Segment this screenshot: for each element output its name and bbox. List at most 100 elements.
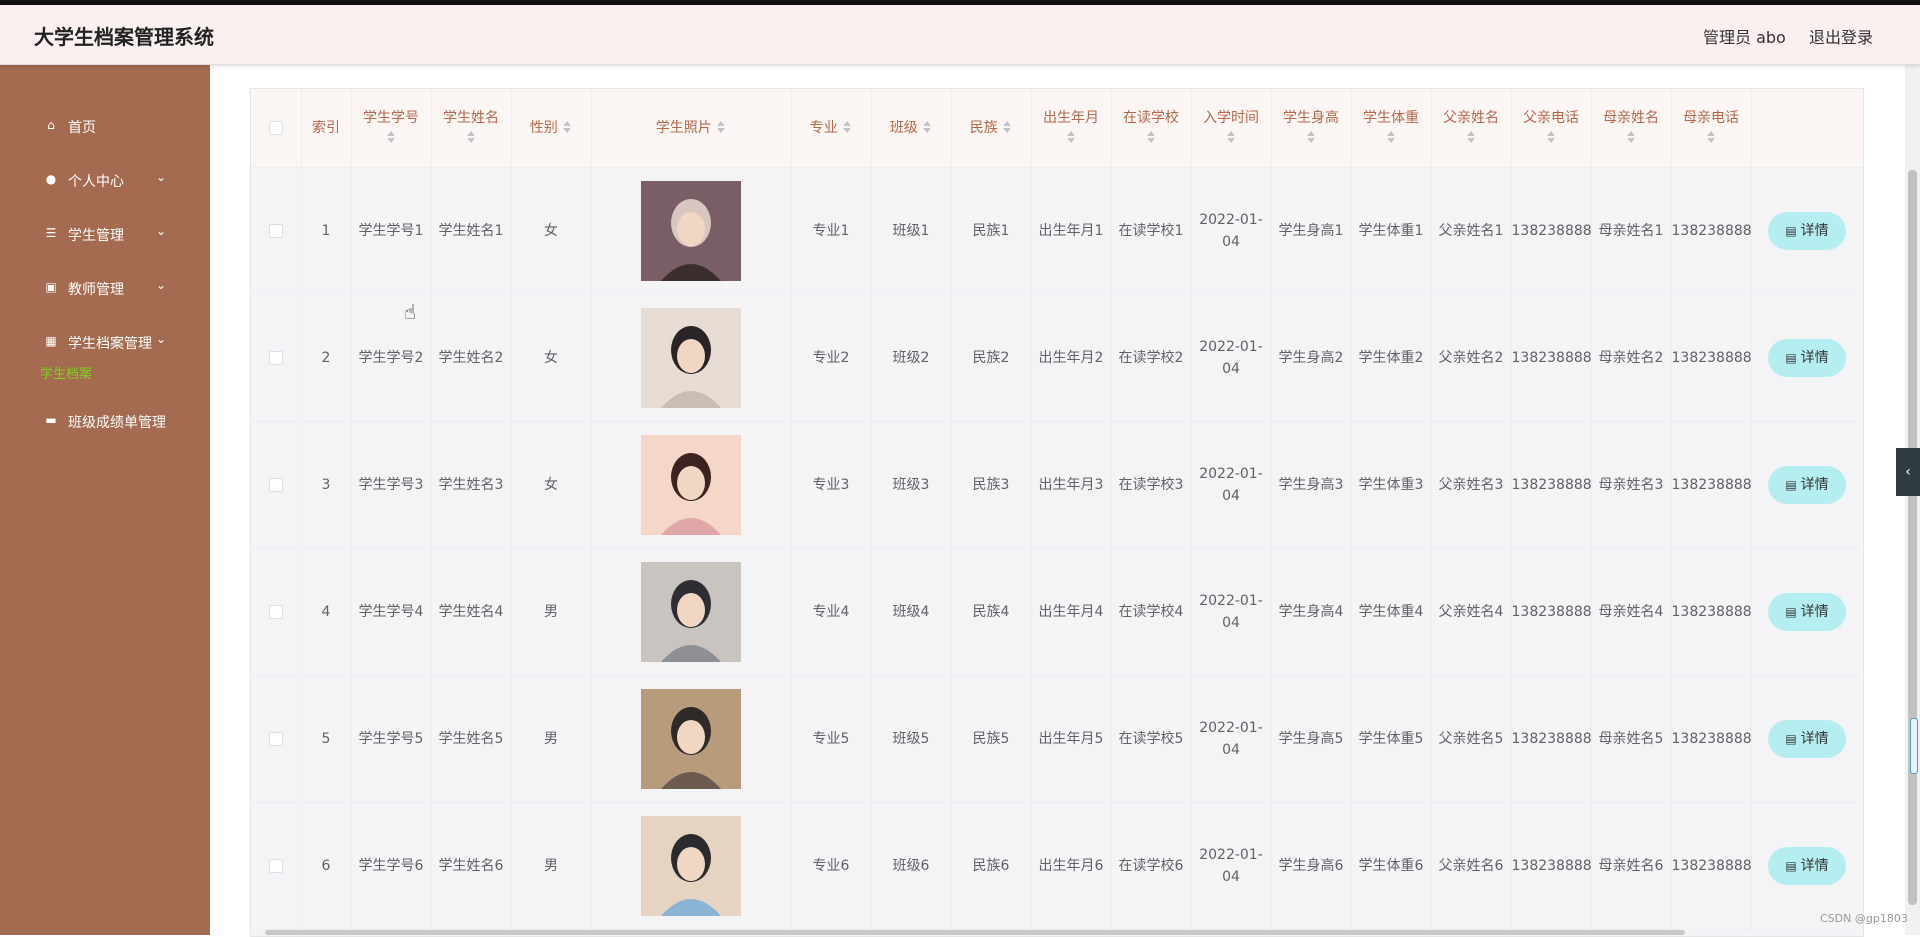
- chevron-down-icon: ⌄: [156, 224, 167, 238]
- cell-mother: 母亲姓名5: [1591, 675, 1672, 803]
- document-icon: ▤: [1785, 350, 1797, 365]
- row-checkbox[interactable]: [268, 604, 283, 619]
- row-select-cell[interactable]: [251, 548, 302, 676]
- row-select-cell[interactable]: [251, 294, 302, 422]
- column-header-class[interactable]: 班级: [871, 89, 952, 168]
- select-all-cell[interactable]: [251, 89, 302, 168]
- sort-icon[interactable]: [1626, 130, 1636, 145]
- table-row[interactable]: 6 学生学号6 学生姓名6 男 专业6 班级6 民族6 出生年月6 在读学校6 2022-01-0…: [251, 802, 1863, 930]
- detail-button[interactable]: ▤ 详情: [1768, 465, 1846, 504]
- row-index: 2: [301, 294, 352, 422]
- column-header-birth[interactable]: 出生年月: [1031, 89, 1112, 168]
- table-row[interactable]: 3 学生学号3 学生姓名3 女 专业3 班级3 民族3 出生年月3 在读学校3 2022-01-0…: [251, 421, 1863, 549]
- row-checkbox[interactable]: [268, 731, 283, 746]
- sort-icon[interactable]: [562, 120, 572, 135]
- sort-icon[interactable]: [716, 120, 726, 135]
- sort-icon[interactable]: [1466, 130, 1476, 145]
- column-header-enroll-date[interactable]: 入学时间: [1191, 89, 1272, 168]
- sort-icon[interactable]: [1146, 130, 1156, 145]
- cell-nation: 民族5: [951, 675, 1032, 803]
- select-all-checkbox[interactable]: [268, 120, 283, 135]
- cell-name: 学生姓名2: [431, 294, 512, 422]
- table-row[interactable]: 4 学生学号4 学生姓名4 男 专业4 班级4 民族4 出生年月4 在读学校4 2022-01-0…: [251, 548, 1863, 676]
- sidebar-item-home[interactable]: ⌂ 首页: [0, 106, 210, 146]
- row-select-cell[interactable]: [251, 802, 302, 930]
- cell-fphone: 13823888885: [1511, 675, 1592, 803]
- column-header-mother-phone[interactable]: 母亲电话: [1671, 89, 1752, 168]
- sidebar-item-transcript-management[interactable]: ▬ 班级成绩单管理: [0, 401, 210, 441]
- cell-height: 学生身高3: [1271, 421, 1352, 549]
- column-header-ethnicity[interactable]: 民族: [951, 89, 1032, 168]
- sort-icon[interactable]: [1066, 130, 1076, 145]
- photo-cell: [591, 421, 792, 549]
- sort-icon[interactable]: [1002, 120, 1012, 135]
- cell-name: 学生姓名6: [431, 802, 512, 930]
- sort-icon[interactable]: [1546, 130, 1556, 145]
- column-header-major[interactable]: 专业: [791, 89, 872, 168]
- sort-icon[interactable]: [1706, 130, 1716, 145]
- detail-button[interactable]: ▤ 详情: [1768, 846, 1846, 885]
- cell-father: 父亲姓名3: [1431, 421, 1512, 549]
- table-row[interactable]: 1 学生学号1 学生姓名1 女 专业1 班级1 民族1 出生年月1 在读学校1 2022-01-0…: [251, 167, 1863, 295]
- cell-nation: 民族2: [951, 294, 1032, 422]
- sort-icon[interactable]: [386, 130, 396, 145]
- detail-button[interactable]: ▤ 详情: [1768, 211, 1846, 250]
- sidebar-item-personal-center[interactable]: ● 个人中心 ⌄: [0, 160, 210, 200]
- cell-xuehao: 学生学号6: [351, 802, 432, 930]
- cell-height: 学生身高4: [1271, 548, 1352, 676]
- cell-school: 在读学校4: [1111, 548, 1192, 676]
- home-icon: ⌂: [47, 118, 55, 132]
- row-index: 3: [301, 421, 352, 549]
- cell-major: 专业6: [791, 802, 872, 930]
- chevron-down-icon: ⌄: [156, 170, 167, 184]
- vertical-scrollbar-thumb[interactable]: [1908, 170, 1917, 905]
- row-select-cell[interactable]: [251, 421, 302, 549]
- sort-icon[interactable]: [1386, 130, 1396, 145]
- sidebar-item-teacher-management[interactable]: ▣ 教师管理 ⌄: [0, 268, 210, 308]
- cell-fphone: 13823888882: [1511, 294, 1592, 422]
- sidebar-item-student-management[interactable]: ☰ 学生管理 ⌄: [0, 214, 210, 254]
- collapse-panel-button[interactable]: ‹: [1896, 448, 1920, 496]
- row-select-cell[interactable]: [251, 675, 302, 803]
- column-header-mother-name[interactable]: 母亲姓名: [1591, 89, 1672, 168]
- sort-icon[interactable]: [842, 120, 852, 135]
- column-header-weight[interactable]: 学生体重: [1351, 89, 1432, 168]
- column-header-school[interactable]: 在读学校: [1111, 89, 1192, 168]
- student-archive-table: 索引 学生学号 学生姓名 性别 学生照片 专业 班级 民族 出生年月 在读学校 …: [250, 88, 1864, 937]
- logout-button[interactable]: 退出登录: [1809, 24, 1873, 48]
- table-row[interactable]: 2 学生学号2 学生姓名2 女 专业2 班级2 民族2 出生年月2 在读学校2 2022-01-0…: [251, 294, 1863, 422]
- column-header-gender[interactable]: 性别: [511, 89, 592, 168]
- person-icon: ●: [45, 172, 57, 186]
- column-header-father-name[interactable]: 父亲姓名: [1431, 89, 1512, 168]
- sidebar-subitem-student-archive[interactable]: 学生档案: [40, 363, 92, 382]
- sort-icon[interactable]: [922, 120, 932, 135]
- row-index: 5: [301, 675, 352, 803]
- horizontal-scrollbar[interactable]: [265, 930, 1685, 935]
- row-select-cell[interactable]: [251, 167, 302, 295]
- row-checkbox[interactable]: [268, 858, 283, 873]
- detail-button[interactable]: ▤ 详情: [1768, 338, 1846, 377]
- admin-user-label: 管理员 abo: [1703, 28, 1786, 47]
- sort-icon[interactable]: [1226, 130, 1236, 145]
- sort-icon[interactable]: [1306, 130, 1316, 145]
- column-header-photo[interactable]: 学生照片: [591, 89, 792, 168]
- cell-name: 学生姓名5: [431, 675, 512, 803]
- row-checkbox[interactable]: [268, 223, 283, 238]
- detail-button[interactable]: ▤ 详情: [1768, 719, 1846, 758]
- column-header-father-phone[interactable]: 父亲电话: [1511, 89, 1592, 168]
- table-row[interactable]: 5 学生学号5 学生姓名5 男 专业5 班级5 民族5 出生年月5 在读学校5 2022-01-0…: [251, 675, 1863, 803]
- row-checkbox[interactable]: [268, 477, 283, 492]
- sidebar-item-archive-management[interactable]: ▦ 学生档案管理 ⌄: [0, 322, 210, 362]
- sort-icon[interactable]: [466, 130, 476, 145]
- cell-weight: 学生体重6: [1351, 802, 1432, 930]
- scroll-position-indicator[interactable]: [1910, 718, 1918, 774]
- detail-button[interactable]: ▤ 详情: [1768, 592, 1846, 631]
- actions-cell: ▤ 详情: [1751, 802, 1863, 930]
- column-header-height[interactable]: 学生身高: [1271, 89, 1352, 168]
- column-header-student-name[interactable]: 学生姓名: [431, 89, 512, 168]
- student-photo: [641, 561, 741, 662]
- row-checkbox[interactable]: [268, 350, 283, 365]
- cell-mphone: 13823888884: [1671, 548, 1752, 676]
- cell-father: 父亲姓名5: [1431, 675, 1512, 803]
- column-header-student-id[interactable]: 学生学号: [351, 89, 432, 168]
